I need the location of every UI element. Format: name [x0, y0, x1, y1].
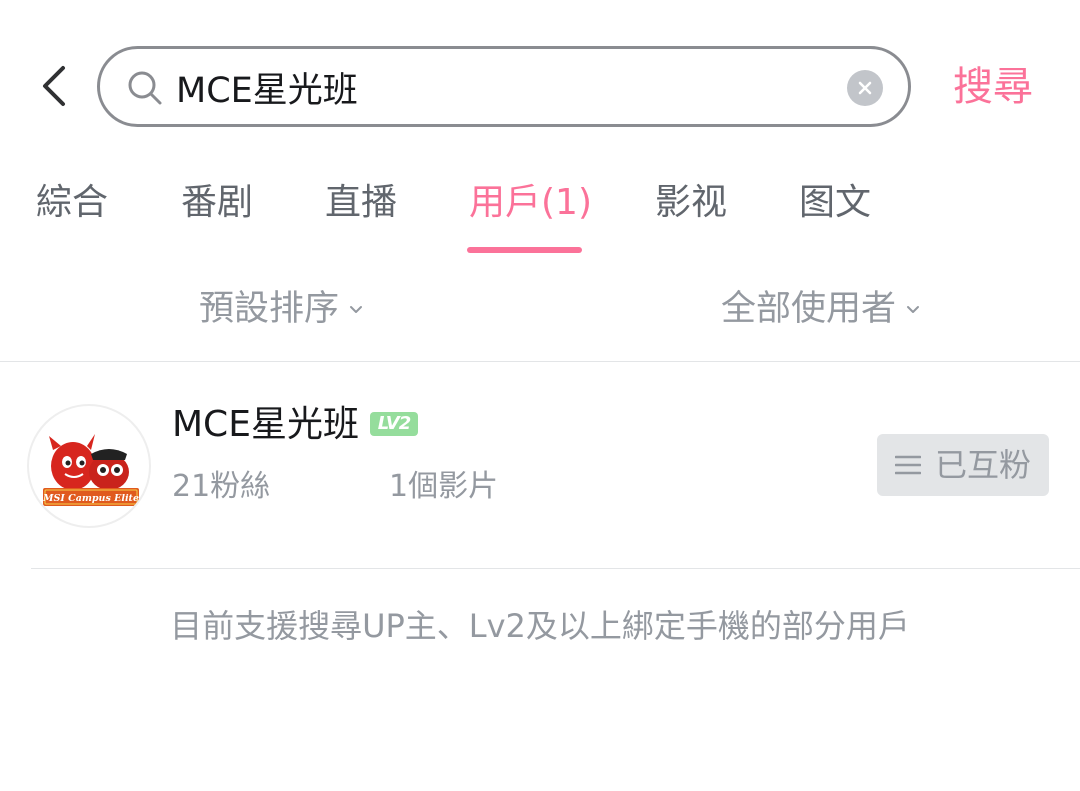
result-divider: [31, 568, 1080, 569]
tab-film[interactable]: 影视: [655, 178, 727, 228]
avatar[interactable]: MSI Campus Elite: [27, 404, 151, 528]
search-box[interactable]: [97, 46, 911, 127]
search-input[interactable]: [176, 59, 826, 115]
fans-count: 21粉絲: [172, 469, 271, 504]
tab-general[interactable]: 綜合: [36, 178, 108, 228]
mutual-follow-button[interactable]: 已互粉: [877, 434, 1049, 496]
close-icon: [858, 81, 872, 95]
avatar-logo: MSI Campus Elite: [42, 434, 139, 506]
video-count: 1個影片: [389, 469, 499, 504]
follow-state-label: 已互粉: [934, 446, 1031, 484]
user-type-filter-label: 全部使用者: [721, 289, 897, 329]
level-badge: LV2: [370, 412, 418, 436]
search-button[interactable]: 搜尋: [953, 60, 1033, 114]
chevron-down-icon: [350, 306, 363, 313]
menu-icon: [894, 455, 921, 475]
back-button[interactable]: [30, 62, 78, 110]
clear-search-button[interactable]: [847, 70, 883, 106]
chevron-down-icon: [907, 306, 920, 313]
avatar-caption: MSI Campus Elite: [42, 493, 139, 504]
user-type-filter[interactable]: 全部使用者: [721, 282, 922, 336]
user-result-item[interactable]: MSI Campus Elite MCE星光班 LV2 21粉絲 1個影片 已互…: [0, 362, 1080, 568]
active-tab-indicator: [467, 247, 582, 253]
user-name: MCE星光班: [172, 404, 359, 445]
search-scope-note: 目前支援搜尋UP主、Lv2及以上綁定手機的部分用戶: [170, 607, 910, 645]
tab-live[interactable]: 直播: [325, 178, 397, 228]
tab-users[interactable]: 用戶(1): [469, 178, 592, 228]
tab-articles[interactable]: 图文: [799, 178, 871, 228]
sort-filter[interactable]: 預設排序: [199, 282, 365, 336]
result-tabs: 綜合 番剧 直播 用戶(1) 影视 图文: [0, 170, 1080, 260]
tab-anime[interactable]: 番剧: [181, 178, 253, 228]
sort-filter-label: 預設排序: [199, 289, 340, 329]
chevron-left-icon: [43, 66, 65, 106]
search-icon: [128, 71, 162, 105]
search-results-page: 搜尋 綜合 番剧 直播 用戶(1) 影视 图文 預設排序 全部使用者: [0, 0, 1080, 791]
